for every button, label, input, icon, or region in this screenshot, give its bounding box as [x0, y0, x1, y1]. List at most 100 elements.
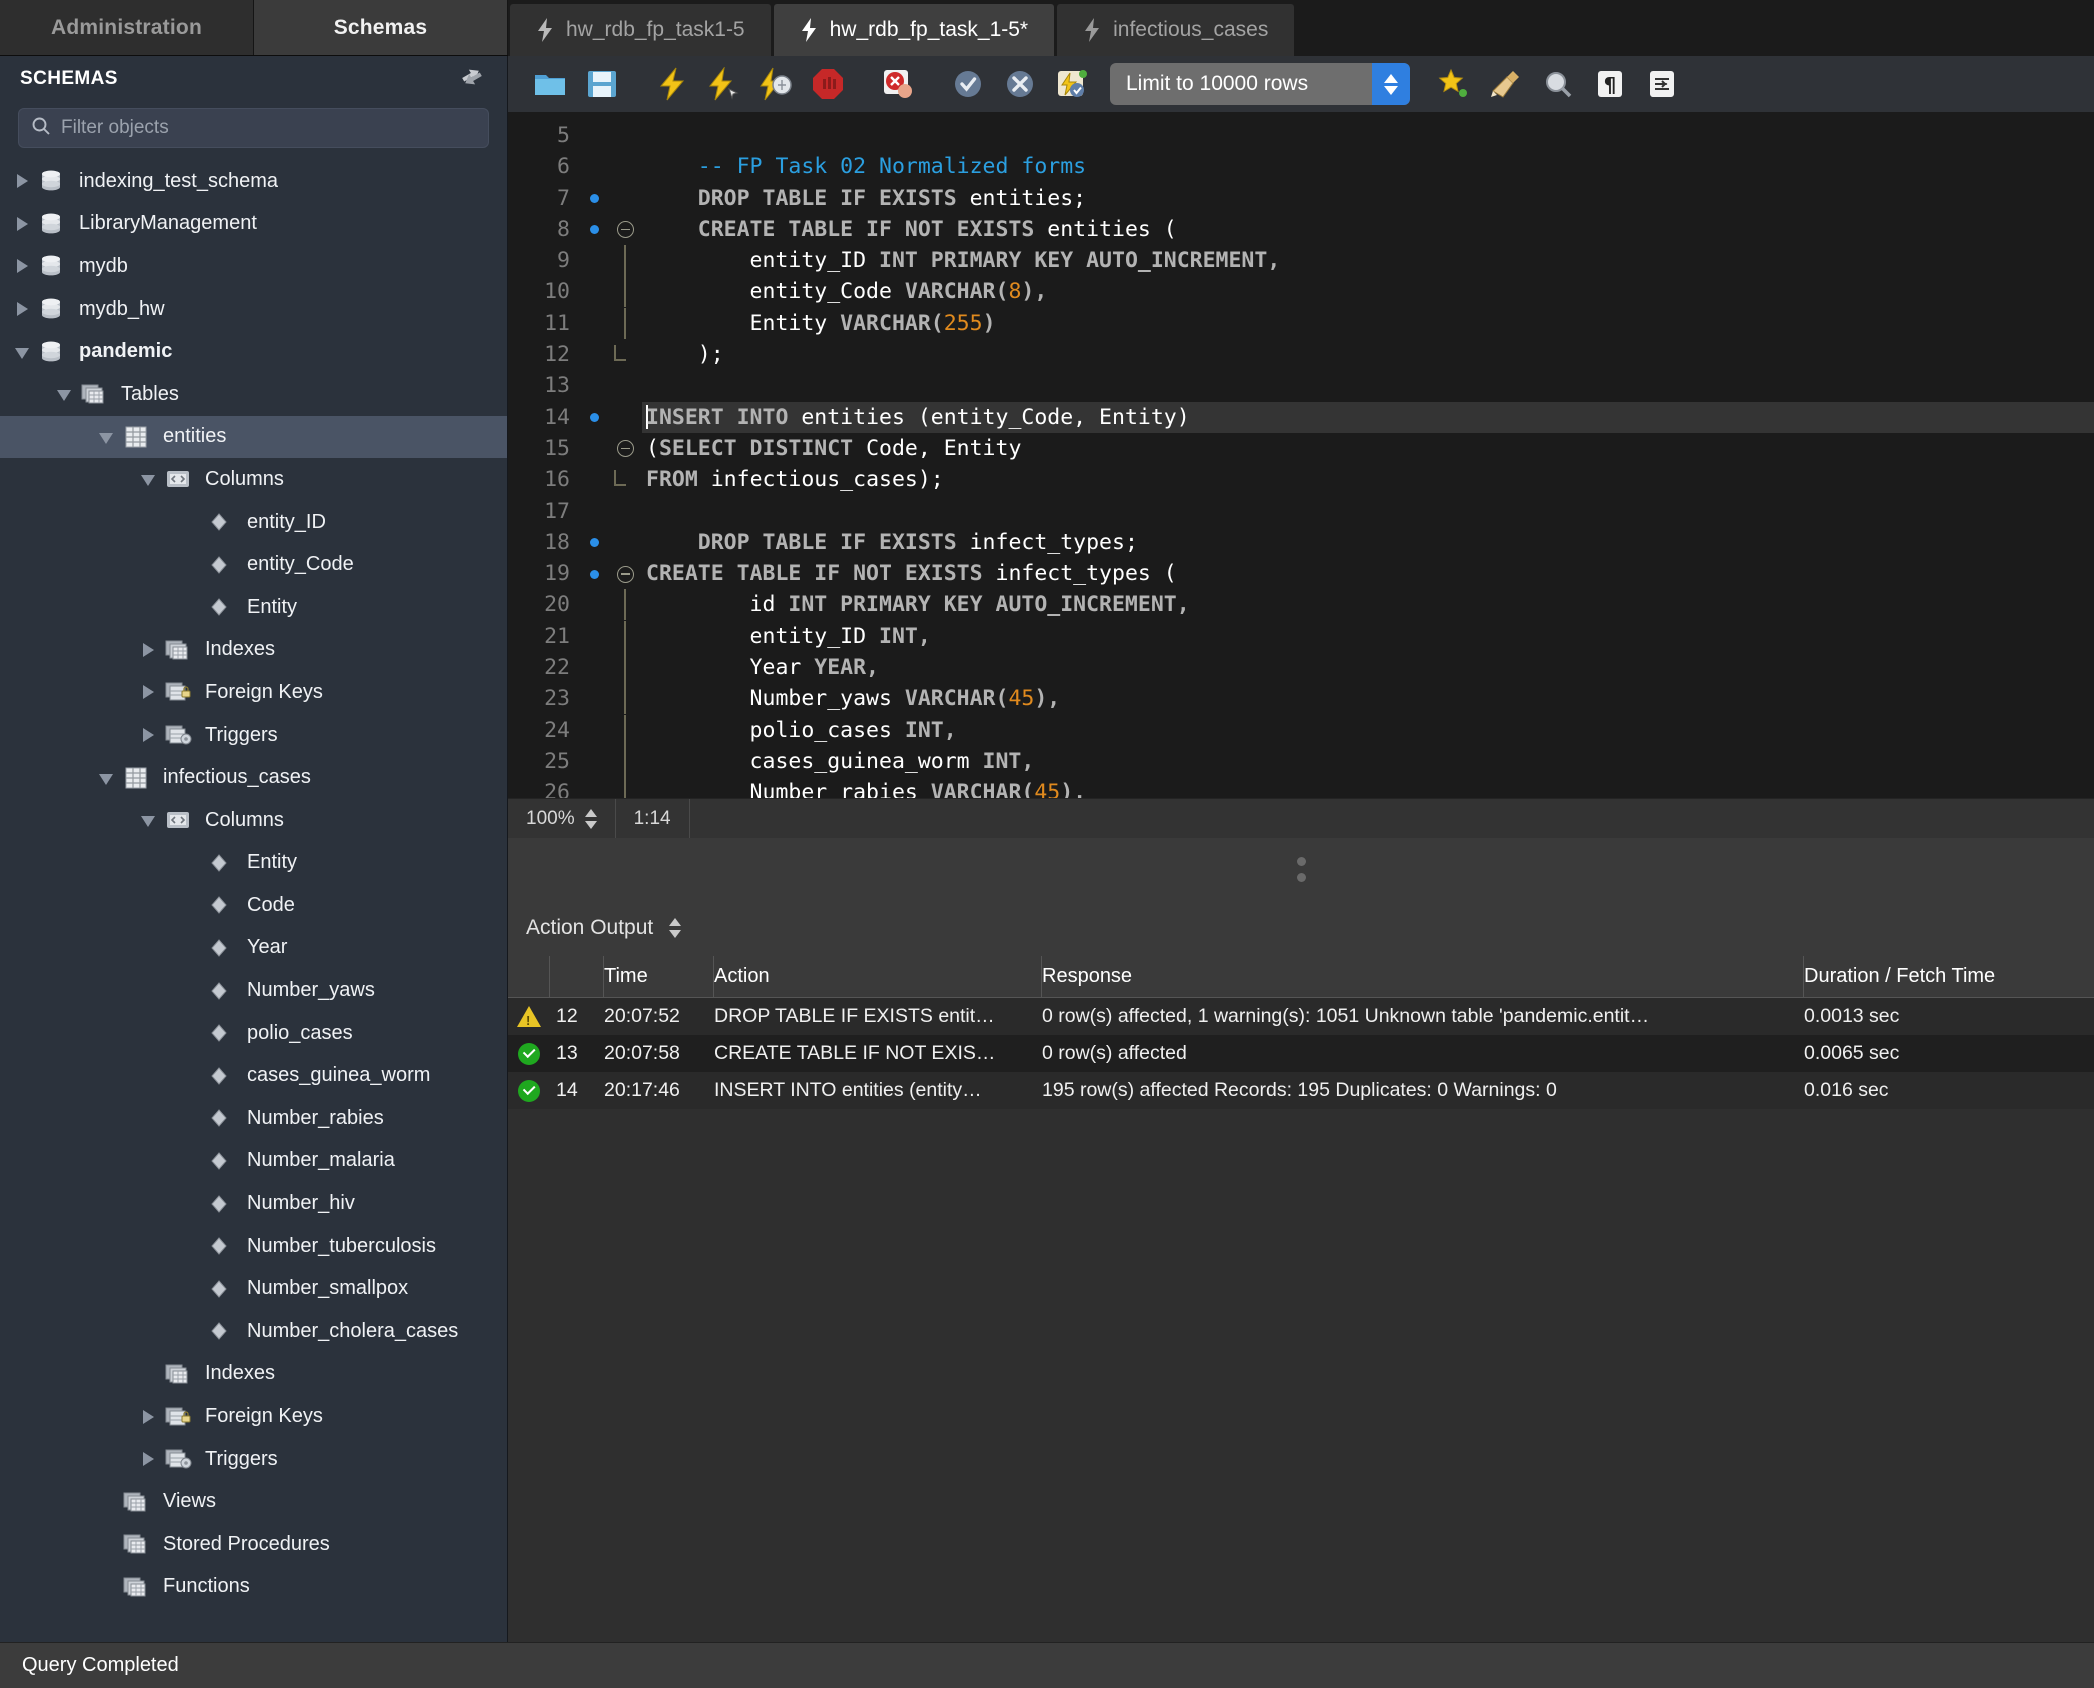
- beautify-query-button[interactable]: [1428, 62, 1480, 106]
- chevron-down-icon[interactable]: [138, 468, 160, 490]
- chevron-updown-icon[interactable]: [669, 918, 681, 938]
- code-line[interactable]: Year YEAR,: [642, 652, 2094, 683]
- code-line[interactable]: (SELECT DISTINCT Code, Entity: [642, 433, 2094, 464]
- chevron-right-icon[interactable]: [12, 255, 34, 277]
- row-limit-select[interactable]: Limit to 10000 rows: [1110, 63, 1410, 105]
- toggle-invisible-chars-button[interactable]: ¶: [1584, 62, 1636, 106]
- tree-item-functions[interactable]: Functions: [0, 1566, 507, 1609]
- tree-item-number-malaria[interactable]: Number_malaria: [0, 1140, 507, 1183]
- code-line[interactable]: id INT PRIMARY KEY AUTO_INCREMENT,: [642, 589, 2094, 620]
- refresh-icon[interactable]: [459, 64, 485, 95]
- tree-item-pandemic[interactable]: pandemic: [0, 330, 507, 373]
- chevron-down-icon[interactable]: [96, 767, 118, 789]
- chevron-down-icon[interactable]: [54, 383, 76, 405]
- code-line[interactable]: Entity VARCHAR(255): [642, 308, 2094, 339]
- execute-button[interactable]: [646, 62, 698, 106]
- find-button[interactable]: [1532, 62, 1584, 106]
- fold-collapse-icon[interactable]: [608, 214, 642, 245]
- code-line[interactable]: [642, 370, 2094, 401]
- tab-administration[interactable]: Administration: [0, 0, 254, 55]
- table-row[interactable]: 1320:07:58CREATE TABLE IF NOT EXIS…0 row…: [508, 1035, 2094, 1072]
- code-line[interactable]: entity_Code VARCHAR(8),: [642, 276, 2094, 307]
- statement-marker-icon[interactable]: [580, 527, 608, 558]
- schema-tree[interactable]: indexing_test_schemaLibraryManagementmyd…: [0, 158, 507, 1642]
- tree-item-indexes[interactable]: Indexes: [0, 629, 507, 672]
- zoom-level-control[interactable]: 100%: [508, 799, 616, 839]
- code-line[interactable]: DROP TABLE IF EXISTS infect_types;: [642, 527, 2094, 558]
- filter-box[interactable]: [18, 108, 489, 148]
- statement-marker-icon[interactable]: [580, 183, 608, 214]
- tree-item-polio-cases[interactable]: polio_cases: [0, 1012, 507, 1055]
- chevron-right-icon[interactable]: [12, 213, 34, 235]
- tree-item-infectious-cases[interactable]: infectious_cases: [0, 756, 507, 799]
- tree-item-views[interactable]: Views: [0, 1480, 507, 1523]
- tree-item-mydb-hw[interactable]: mydb_hw: [0, 288, 507, 331]
- commit-button[interactable]: [942, 62, 994, 106]
- chevron-right-icon[interactable]: [138, 1406, 160, 1428]
- autocommit-toggle-button[interactable]: [1046, 62, 1098, 106]
- explain-button[interactable]: [750, 62, 802, 106]
- tree-item-entity[interactable]: Entity: [0, 586, 507, 629]
- code-line[interactable]: CREATE TABLE IF NOT EXISTS infect_types …: [642, 558, 2094, 589]
- table-row[interactable]: 1420:17:46INSERT INTO entities (entity…1…: [508, 1072, 2094, 1109]
- save-sql-file-button[interactable]: [576, 62, 628, 106]
- sql-code-editor[interactable]: 5678910111213141516171819202122232425262…: [508, 112, 2094, 798]
- code-line[interactable]: entity_ID INT,: [642, 621, 2094, 652]
- code-line[interactable]: polio_cases INT,: [642, 715, 2094, 746]
- execute-current-button[interactable]: [698, 62, 750, 106]
- tree-item-stored-procedures[interactable]: Stored Procedures: [0, 1523, 507, 1566]
- code-line[interactable]: Number_rabies VARCHAR(45),: [642, 777, 2094, 798]
- code-line[interactable]: [642, 496, 2094, 527]
- tree-item-triggers[interactable]: Triggers: [0, 1438, 507, 1481]
- chevron-down-icon[interactable]: [138, 809, 160, 831]
- chevron-right-icon[interactable]: [138, 724, 160, 746]
- tree-item-number-smallpox[interactable]: Number_smallpox: [0, 1267, 507, 1310]
- tree-item-year[interactable]: Year: [0, 927, 507, 970]
- code-line[interactable]: Number_yaws VARCHAR(45),: [642, 683, 2094, 714]
- tree-item-foreign-keys[interactable]: Foreign Keys: [0, 671, 507, 714]
- code-text-area[interactable]: -- FP Task 02 Normalized forms DROP TABL…: [642, 112, 2094, 798]
- tree-item-entity[interactable]: Entity: [0, 842, 507, 885]
- tree-item-cases-guinea-worm[interactable]: cases_guinea_worm: [0, 1054, 507, 1097]
- chevron-down-icon[interactable]: [96, 426, 118, 448]
- tree-item-columns[interactable]: Columns: [0, 458, 507, 501]
- code-fold-gutter[interactable]: [608, 112, 642, 798]
- code-line[interactable]: FROM infectious_cases);: [642, 464, 2094, 495]
- tree-item-foreign-keys[interactable]: Foreign Keys: [0, 1395, 507, 1438]
- statement-marker-gutter[interactable]: [580, 112, 608, 798]
- code-line[interactable]: -- FP Task 02 Normalized forms: [642, 151, 2094, 182]
- toggle-stop-on-error-button[interactable]: [872, 62, 924, 106]
- panel-resize-grabber[interactable]: [508, 838, 2094, 900]
- code-line[interactable]: CREATE TABLE IF NOT EXISTS entities (: [642, 214, 2094, 245]
- code-line[interactable]: INSERT INTO entities (entity_Code, Entit…: [642, 402, 2094, 433]
- tree-item-indexing-test-schema[interactable]: indexing_test_schema: [0, 160, 507, 203]
- chevron-updown-icon[interactable]: [1372, 63, 1410, 105]
- tree-item-indexes[interactable]: Indexes: [0, 1353, 507, 1396]
- tree-item-code[interactable]: Code: [0, 884, 507, 927]
- code-line[interactable]: DROP TABLE IF EXISTS entities;: [642, 183, 2094, 214]
- tree-item-triggers[interactable]: Triggers: [0, 714, 507, 757]
- code-line[interactable]: cases_guinea_worm INT,: [642, 746, 2094, 777]
- tab-schemas[interactable]: Schemas: [254, 0, 508, 55]
- table-row[interactable]: 1220:07:52DROP TABLE IF EXISTS entit…0 r…: [508, 998, 2094, 1035]
- search-input[interactable]: [61, 117, 476, 139]
- fold-collapse-icon[interactable]: [608, 433, 642, 464]
- format-sql-button[interactable]: [1480, 62, 1532, 106]
- tree-item-number-yaws[interactable]: Number_yaws: [0, 969, 507, 1012]
- chevron-right-icon[interactable]: [12, 170, 34, 192]
- chevron-right-icon[interactable]: [138, 1448, 160, 1470]
- tree-item-tables[interactable]: Tables: [0, 373, 507, 416]
- stop-button[interactable]: [802, 62, 854, 106]
- chevron-down-icon[interactable]: [12, 341, 34, 363]
- code-line[interactable]: entity_ID INT PRIMARY KEY AUTO_INCREMENT…: [642, 245, 2094, 276]
- code-line[interactable]: [642, 120, 2094, 151]
- code-line[interactable]: );: [642, 339, 2094, 370]
- chevron-updown-icon[interactable]: [585, 809, 597, 829]
- editor-tab-2[interactable]: infectious_cases: [1057, 4, 1294, 56]
- tree-item-columns[interactable]: Columns: [0, 799, 507, 842]
- tree-item-number-tuberculosis[interactable]: Number_tuberculosis: [0, 1225, 507, 1268]
- editor-tab-0[interactable]: hw_rdb_fp_task1-5: [510, 4, 771, 56]
- statement-marker-icon[interactable]: [580, 558, 608, 589]
- editor-tab-1[interactable]: hw_rdb_fp_task_1-5*: [774, 4, 1054, 56]
- tree-item-entities[interactable]: entities: [0, 416, 507, 459]
